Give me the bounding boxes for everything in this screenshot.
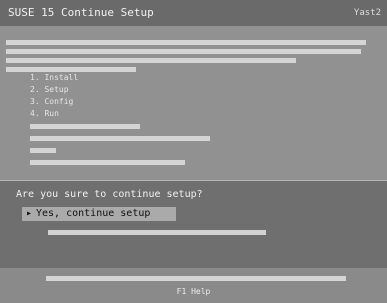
brand-label: Yast2 [353, 8, 381, 18]
option-label [48, 230, 266, 235]
title-bar: SUSE 15 Continue Setup Yast2 [0, 0, 387, 26]
list-item: 4. Run [30, 109, 59, 118]
option-no[interactable] [36, 225, 266, 239]
list-item: 1. Install [30, 73, 79, 82]
info-panel: 1. Install 2. Setup 3. Config 4. Run [0, 26, 387, 180]
prompt-panel: Are you sure to continue setup? ▸ Yes, co… [0, 180, 387, 269]
installer-title: SUSE 15 Continue Setup [8, 6, 154, 19]
paragraph-line [6, 40, 366, 45]
list-item [30, 160, 185, 165]
option-yes-continue[interactable]: ▸ Yes, continue setup [22, 207, 176, 221]
footer: F1 Help [0, 268, 387, 303]
paragraph-line [6, 67, 136, 72]
selection-marker: ▸ [26, 208, 33, 219]
list-item: 3. Config [30, 97, 74, 106]
installer-screen: SUSE 15 Continue Setup Yast2 1. Install … [0, 0, 387, 303]
option-label: Yes, continue setup [36, 208, 151, 219]
paragraph-line [6, 49, 361, 54]
list-item: 2. Setup [30, 85, 69, 94]
list-item [30, 136, 210, 141]
footer-hint-line [46, 276, 346, 281]
prompt-question: Are you sure to continue setup? [16, 189, 203, 200]
paragraph-line [6, 58, 296, 63]
list-item [30, 124, 140, 129]
footer-hint-line: F1 Help [176, 287, 211, 296]
list-item [30, 148, 56, 153]
